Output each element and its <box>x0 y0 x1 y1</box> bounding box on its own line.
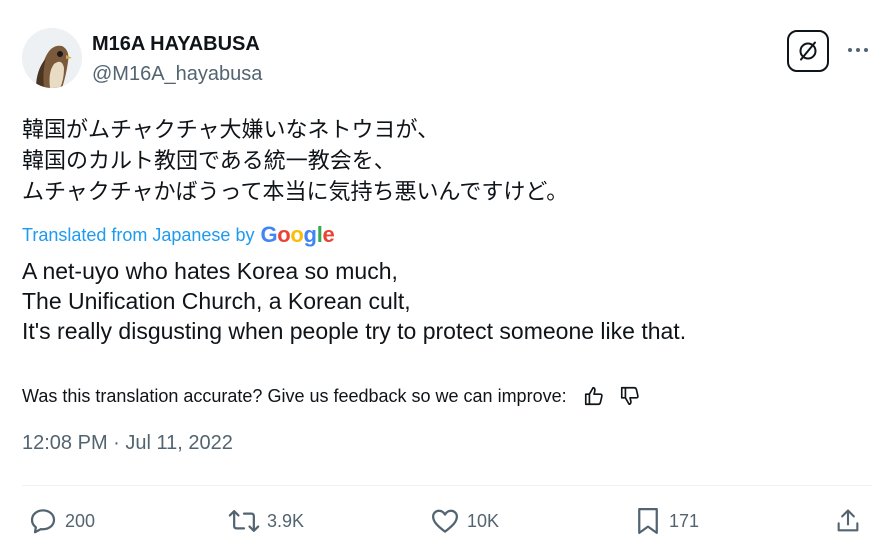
more-options-button[interactable] <box>844 36 872 64</box>
reply-icon <box>30 509 56 534</box>
share-button[interactable] <box>834 505 862 537</box>
post-translated-text: A net-uyo who hates Korea so much, The U… <box>22 258 687 344</box>
heart-icon <box>432 509 458 533</box>
bookmark-count: 171 <box>669 510 700 531</box>
post-timestamp[interactable]: 12:08 PM · Jul 11, 2022 <box>22 432 233 455</box>
like-button[interactable]: 10K <box>430 505 499 537</box>
translation-attribution[interactable]: Translated from Japanese by Google <box>22 222 335 248</box>
translation-label: Translated from Japanese by <box>22 224 255 245</box>
like-count: 10K <box>467 510 500 531</box>
falcon-avatar-icon <box>22 28 82 88</box>
feedback-prompt: Was this translation accurate? Give us f… <box>22 385 567 406</box>
actions-divider <box>22 485 872 486</box>
share-icon <box>837 509 859 532</box>
post-original-text: 韓国がムチャクチャ大嫌いなネトウヨが、 韓国のカルト教団である統一教会を、 ムチ… <box>22 117 569 204</box>
reply-count: 200 <box>65 510 96 531</box>
more-dots-icon <box>848 48 868 52</box>
repost-button[interactable]: 3.9K <box>228 505 304 537</box>
repost-icon <box>228 510 260 532</box>
google-logo: Google <box>260 222 335 247</box>
thumbs-down-icon <box>620 386 639 406</box>
thumbs-down-button[interactable] <box>617 383 643 409</box>
translation-feedback: Was this translation accurate? Give us f… <box>22 383 643 409</box>
reply-button[interactable]: 200 <box>28 505 95 537</box>
author-avatar[interactable] <box>22 28 82 88</box>
grok-icon <box>799 41 817 61</box>
author-display-name[interactable]: M16A HAYABUSA <box>92 33 260 56</box>
bookmark-button[interactable]: 171 <box>634 505 699 537</box>
repost-count: 3.9K <box>267 510 305 531</box>
thumbs-up-icon <box>584 386 603 406</box>
bookmark-icon <box>638 508 658 534</box>
author-handle[interactable]: @M16A_hayabusa <box>92 63 262 86</box>
thumbs-up-button[interactable] <box>581 383 607 409</box>
grok-button[interactable] <box>787 30 829 72</box>
